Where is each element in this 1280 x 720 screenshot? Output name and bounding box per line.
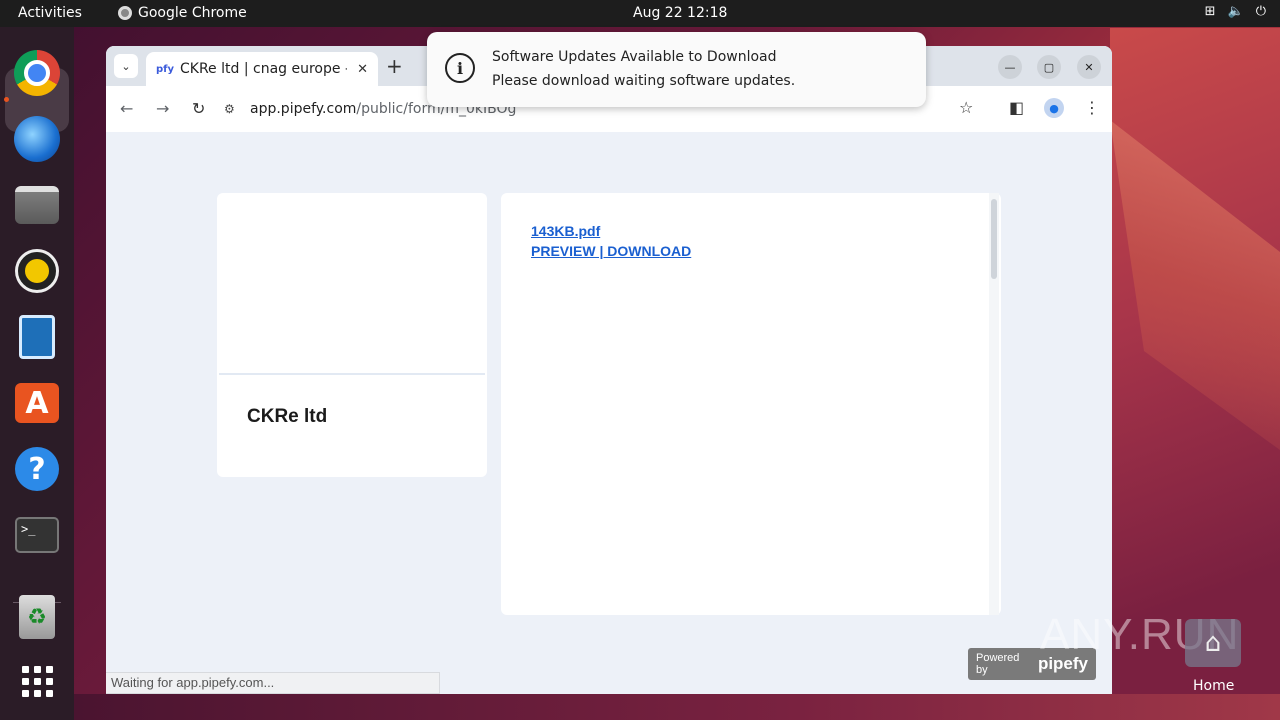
top-bar: Activities Google Chrome Aug 22 12:18 ⊞ …	[0, 0, 1280, 27]
home-glyph-icon: ⌂	[1204, 628, 1222, 658]
card-divider	[219, 373, 485, 375]
app-center-icon: A	[15, 383, 59, 423]
app-menu[interactable]: Google Chrome	[118, 5, 247, 21]
dock-terminal[interactable]: >_	[13, 511, 61, 559]
clock[interactable]: Aug 22 12:18	[633, 5, 727, 21]
forward-button[interactable]: →	[156, 99, 169, 118]
writer-icon	[19, 315, 55, 359]
chrome-window: ⌄ pfy CKRe ltd | cnag europe - I ✕ + — ▢…	[106, 46, 1112, 694]
notification-body: Please download waiting software updates…	[492, 73, 796, 89]
minimize-icon: —	[1004, 60, 1016, 74]
help-icon: ?	[15, 447, 59, 491]
dock-chrome[interactable]	[13, 49, 61, 97]
app-grid-icon	[21, 665, 53, 697]
dock-app-grid[interactable]	[13, 657, 61, 705]
org-name: CKRe ltd	[247, 406, 328, 427]
maximize-button[interactable]: ▢	[1037, 55, 1061, 79]
person-icon: ●	[1049, 101, 1059, 115]
url-domain: app.pipefy.com	[250, 101, 357, 117]
dock-writer[interactable]	[13, 313, 61, 361]
tab-favicon: pfy	[156, 63, 175, 75]
form-card: 143KB.pdf PREVIEW | DOWNLOAD	[501, 193, 1001, 615]
tab-title: CKRe ltd | cnag europe - I	[180, 61, 348, 77]
bookmark-star-icon[interactable]: ☆	[959, 98, 973, 117]
dock-thunderbird[interactable]	[13, 115, 61, 163]
files-icon	[15, 186, 59, 224]
menu-kebab-icon[interactable]: ⋮	[1084, 98, 1100, 117]
close-icon: ✕	[1084, 60, 1094, 74]
profile-avatar[interactable]: ●	[1044, 98, 1064, 118]
dock: A ? >_ ♻	[0, 27, 74, 720]
back-button[interactable]: ←	[120, 99, 133, 118]
dock-trash[interactable]: ♻	[13, 593, 61, 641]
new-tab-button[interactable]: +	[386, 54, 403, 78]
powered-by-text: Powered by	[976, 652, 1020, 676]
volume-icon: 🔈	[1227, 4, 1244, 19]
page-content: CKRe ltd 143KB.pdf PREVIEW | DOWNLOAD Po…	[106, 132, 1112, 694]
running-indicator	[4, 97, 9, 102]
network-icon: ⊞	[1204, 4, 1216, 19]
info-icon: i	[445, 53, 475, 83]
tab-active[interactable]: pfy CKRe ltd | cnag europe - I ✕	[146, 52, 378, 86]
home-folder-icon[interactable]: ⌂	[1185, 619, 1241, 667]
scrollbar-thumb[interactable]	[991, 199, 997, 279]
dock-rhythmbox[interactable]	[13, 247, 61, 295]
power-icon: ⏻	[1255, 4, 1266, 19]
update-notification[interactable]: i Software Updates Available to Download…	[427, 32, 926, 107]
tab-search-button[interactable]: ⌄	[114, 54, 138, 78]
rhythmbox-icon	[18, 252, 56, 290]
wallpaper-bottom	[74, 694, 1280, 720]
trash-icon: ♻	[19, 595, 55, 639]
preview-download-link[interactable]: PREVIEW | DOWNLOAD	[531, 243, 691, 259]
terminal-icon: >_	[15, 517, 59, 553]
dock-app-center[interactable]: A	[13, 379, 61, 427]
activities-button[interactable]: Activities	[18, 5, 82, 21]
thunderbird-icon	[14, 116, 60, 162]
side-panel-icon[interactable]: ◧	[1009, 98, 1024, 117]
tab-close-icon[interactable]: ✕	[357, 62, 368, 77]
minimize-button[interactable]: —	[998, 55, 1022, 79]
app-name: Google Chrome	[138, 5, 247, 21]
close-button[interactable]: ✕	[1077, 55, 1101, 79]
notification-title: Software Updates Available to Download	[492, 49, 777, 65]
status-bar: Waiting for app.pipefy.com...	[106, 672, 440, 694]
maximize-icon: ▢	[1043, 60, 1055, 74]
chrome-icon	[14, 50, 60, 96]
home-label: Home	[1193, 678, 1235, 694]
dock-help[interactable]: ?	[13, 445, 61, 493]
reload-button[interactable]: ↻	[192, 99, 205, 118]
file-link[interactable]: 143KB.pdf	[531, 223, 600, 239]
system-tray[interactable]: ⊞ 🔈 ⏻	[1205, 4, 1266, 19]
chevron-down-icon: ⌄	[121, 59, 131, 73]
org-card: CKRe ltd	[217, 193, 487, 477]
site-info-icon[interactable]: ⚙	[224, 102, 240, 116]
dock-files[interactable]	[13, 181, 61, 229]
chrome-small-icon	[118, 6, 132, 20]
